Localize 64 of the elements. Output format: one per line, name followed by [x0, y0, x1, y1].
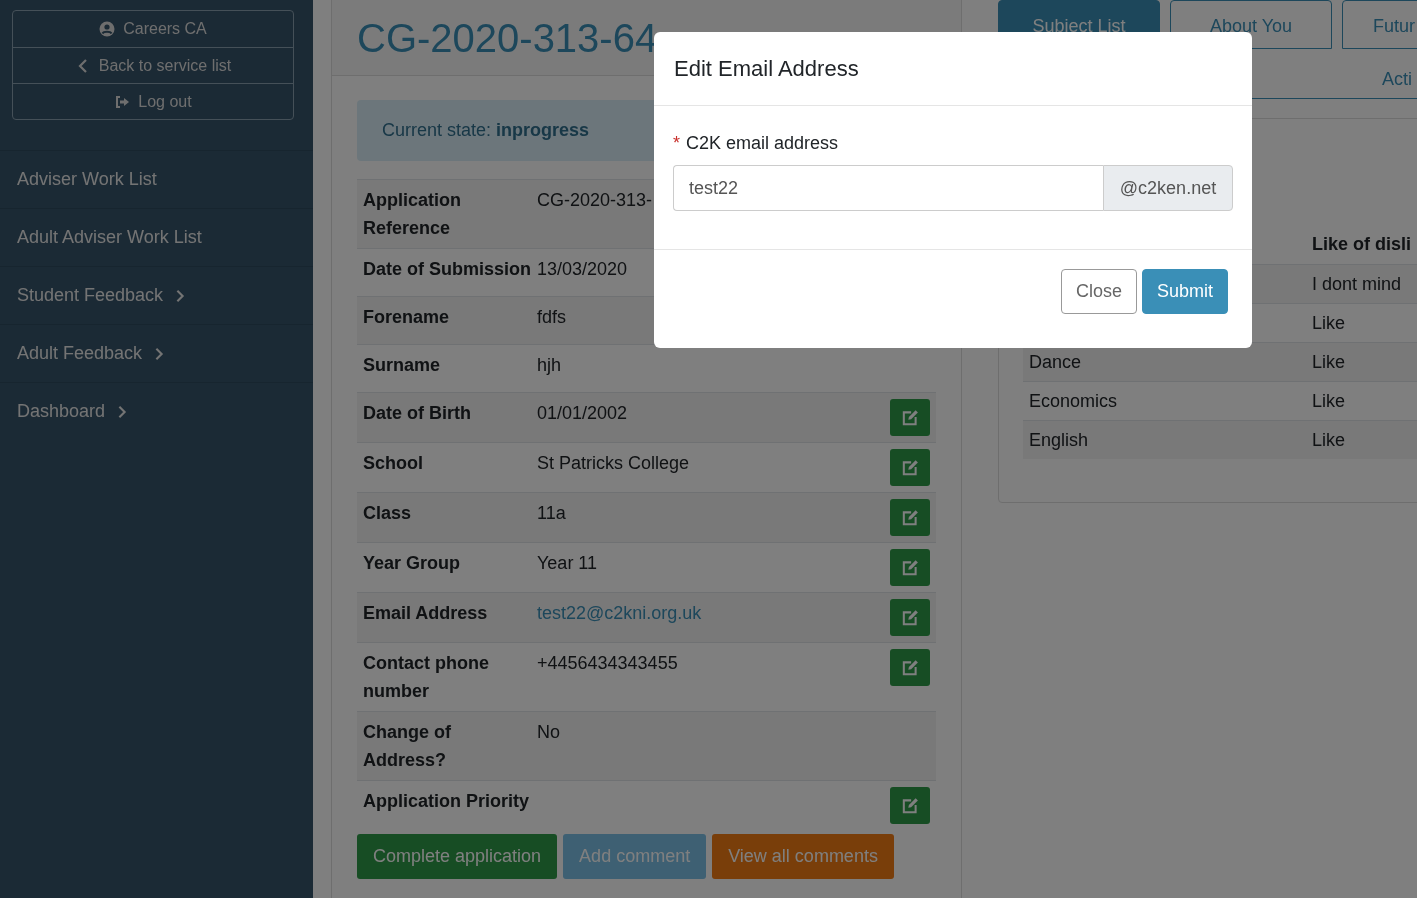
tab[interactable]: Futur — [1342, 0, 1417, 49]
field-value: St Patricks College — [537, 452, 690, 475]
table-cell-text: Like — [1312, 428, 1346, 452]
edit-button[interactable] — [890, 399, 930, 436]
edit-icon — [901, 458, 919, 477]
logout-icon — [114, 93, 131, 110]
field-value: +4456434343455 — [537, 652, 678, 675]
field-value: 11a — [537, 502, 566, 525]
edit-icon — [901, 408, 919, 427]
field-label: School — [363, 452, 424, 475]
field-value: Year 11 — [537, 552, 598, 575]
field-value: 01/01/2002 — [537, 402, 628, 425]
edit-button[interactable] — [890, 549, 930, 586]
field-label: Contact phone number — [363, 652, 490, 703]
edit-button[interactable] — [890, 787, 930, 824]
edit-button[interactable] — [890, 649, 930, 686]
field-label: Email Address — [363, 602, 489, 625]
edit-button[interactable] — [890, 499, 930, 536]
account-button[interactable]: Careers CA — [13, 11, 293, 47]
tab[interactable]: Acti — [1382, 49, 1417, 98]
field-value: hjh — [537, 354, 562, 377]
action-button[interactable]: Complete application — [357, 834, 558, 879]
table-cell: English — [1029, 429, 1089, 450]
column-header: Like of disli — [1312, 232, 1412, 256]
edit-icon — [901, 796, 919, 815]
close-button[interactable]: Close — [1060, 269, 1137, 314]
field-label: Surname — [363, 354, 442, 377]
field-label: Forename — [363, 306, 451, 329]
domain-addon: @c2ken.net — [1103, 165, 1233, 211]
modal-title: Edit Email Address — [674, 55, 860, 83]
field-value: No — [537, 721, 560, 744]
edit-icon — [901, 608, 919, 627]
field-label: C2K email address — [686, 132, 839, 155]
action-button[interactable]: Add comment — [563, 834, 707, 879]
field-value: fdfs — [537, 306, 566, 329]
field-label: Class — [363, 502, 413, 525]
edit-icon — [901, 658, 919, 677]
edit-icon — [901, 558, 919, 577]
edit-button[interactable] — [890, 599, 930, 636]
back-button[interactable]: Back to service list — [13, 47, 293, 83]
user-icon — [99, 21, 116, 37]
submit-button[interactable]: Submit — [1141, 269, 1228, 314]
logout-button[interactable]: Log out — [13, 83, 293, 119]
email-field[interactable]: test22 — [673, 165, 1103, 211]
table-cell: Dance — [1029, 351, 1082, 372]
table-cell-text: Like — [1312, 311, 1346, 335]
email-link[interactable]: test22@c2kni.org.uk — [537, 603, 702, 623]
field-label: Application Priority — [363, 790, 531, 813]
field-value: 13/03/2020 — [537, 258, 628, 281]
field-label: Date of Birth — [363, 402, 472, 425]
table-cell-text: I dont mind — [1312, 272, 1402, 296]
field-value: CG-2020-313- — [537, 189, 653, 212]
action-button[interactable]: View all comments — [712, 834, 894, 879]
table-cell-text: Like — [1312, 350, 1346, 374]
required-mark: * — [673, 132, 680, 155]
field-label: Year Group — [363, 552, 462, 575]
edit-button[interactable] — [890, 449, 930, 486]
table-cell-text: Like — [1312, 389, 1346, 413]
field-label: Application Reference — [363, 189, 462, 240]
field-label: Date of Submission — [363, 258, 533, 281]
field-label: Change of Address? — [363, 721, 452, 772]
application-title: CG-2020-313-64 — [357, 15, 659, 62]
edit-icon — [901, 508, 919, 527]
table-cell: Economics — [1029, 390, 1118, 411]
